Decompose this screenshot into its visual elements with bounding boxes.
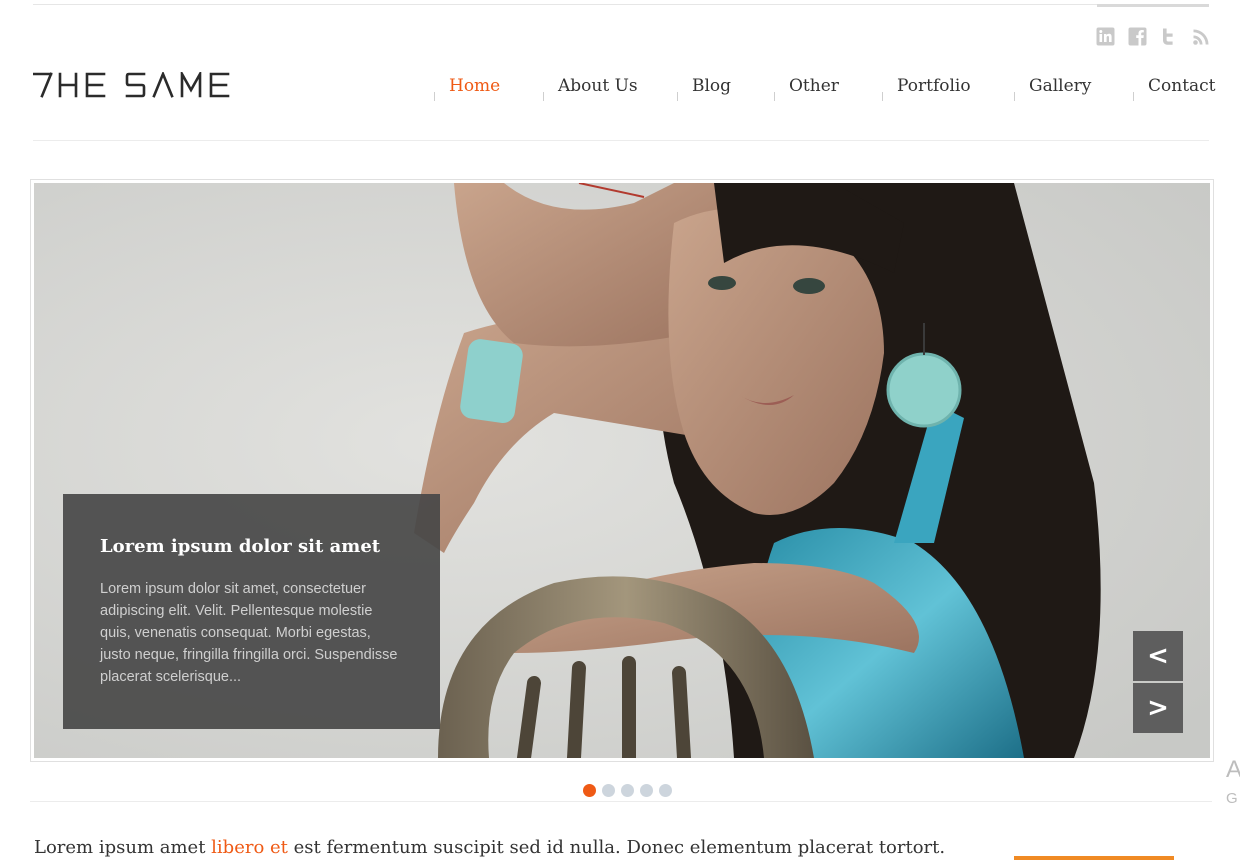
tagline-after: est fermentum suscipit sed id nulla. Don… (287, 837, 946, 858)
chevron-left-icon: < (1147, 641, 1169, 671)
slide-image: Lorem ipsum dolor sit amet Lorem ipsum d… (34, 183, 1210, 758)
nav-item-home[interactable]: Home (449, 76, 500, 96)
slider-prev-button[interactable]: < (1133, 631, 1183, 681)
nav-separator (882, 92, 883, 101)
content-divider (30, 801, 1212, 802)
nav-item-portfolio[interactable]: Portfolio (897, 76, 971, 96)
facebook-icon[interactable] (1127, 26, 1148, 47)
nav-separator (1014, 92, 1015, 101)
main-navigation: Home About Us Blog Other Portfolio Galle… (0, 76, 1240, 106)
side-widget-letter: A (1226, 756, 1240, 783)
slider-dot-4[interactable] (640, 784, 653, 797)
social-links (1095, 26, 1212, 47)
nav-separator (774, 92, 775, 101)
top-divider (33, 4, 1209, 5)
slider-dot-3[interactable] (621, 784, 634, 797)
caption-title: Lorem ipsum dolor sit amet (100, 536, 381, 557)
slider-dot-5[interactable] (659, 784, 672, 797)
hero-slider: Lorem ipsum dolor sit amet Lorem ipsum d… (30, 179, 1214, 762)
nav-separator (434, 92, 435, 101)
nav-item-blog[interactable]: Blog (692, 76, 731, 96)
linkedin-icon[interactable] (1095, 26, 1116, 47)
nav-separator (1133, 92, 1134, 101)
twitter-icon[interactable] (1159, 26, 1180, 47)
tagline-highlight-link[interactable]: libero et (211, 837, 288, 858)
nav-separator (677, 92, 678, 101)
slide-caption: Lorem ipsum dolor sit amet Lorem ipsum d… (63, 494, 440, 729)
slider-dot-1[interactable] (583, 784, 596, 797)
side-widget-letter-small: G (1226, 790, 1238, 807)
nav-item-contact[interactable]: Contact (1148, 76, 1216, 96)
nav-item-other[interactable]: Other (789, 76, 839, 96)
slider-pagination (583, 784, 672, 797)
intro-tagline: Lorem ipsum amet libero et est fermentum… (34, 837, 945, 858)
slider-next-button[interactable]: > (1133, 683, 1183, 733)
caption-text: Lorem ipsum dolor sit amet, consectetuer… (100, 581, 398, 685)
accent-bar (1014, 856, 1174, 860)
tagline-before: Lorem ipsum amet (34, 837, 212, 858)
nav-item-about-us[interactable]: About Us (558, 76, 638, 96)
nav-item-gallery[interactable]: Gallery (1029, 76, 1091, 96)
social-divider (1097, 4, 1209, 7)
chevron-right-icon: > (1147, 693, 1169, 723)
nav-separator (543, 92, 544, 101)
header-divider (33, 140, 1209, 141)
rss-icon[interactable] (1191, 26, 1212, 47)
slider-dot-2[interactable] (602, 784, 615, 797)
